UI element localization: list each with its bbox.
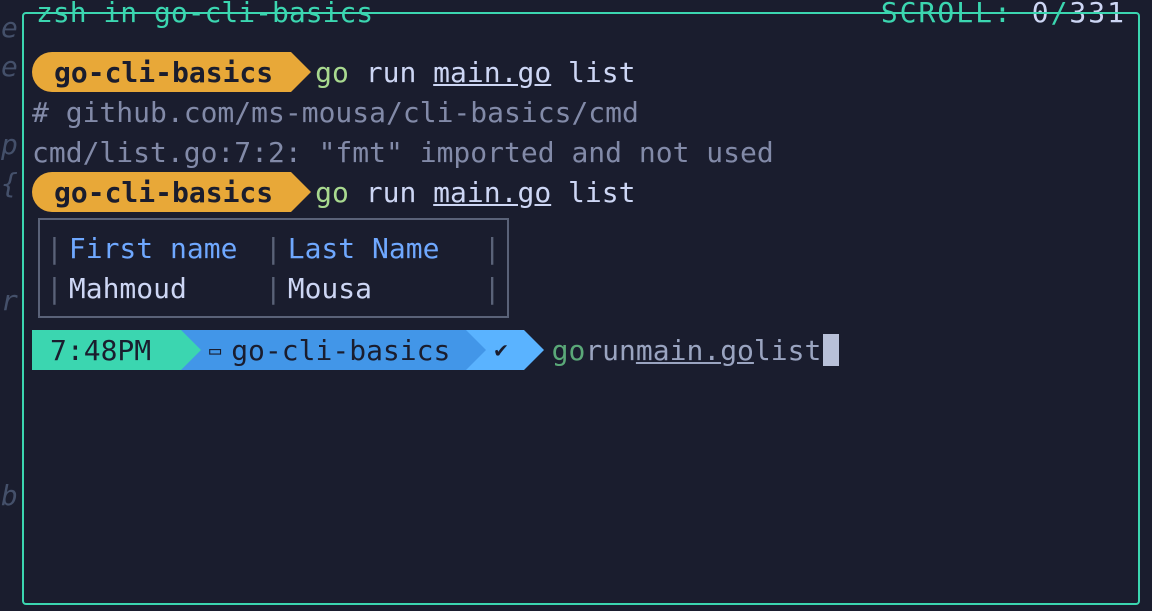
table-header-cell: First name <box>69 229 259 268</box>
powerline-prompt[interactable]: 7:48PM ▭ go-cli-basics ✔ go run main.go … <box>32 330 1130 370</box>
cwd-badge: go-cli-basics <box>32 172 291 212</box>
prompt-line-1: go-cli-basics go run main.go list <box>32 52 1130 92</box>
table-border: | <box>259 229 288 268</box>
folder-icon: ▭ <box>209 331 221 370</box>
terminal-pane[interactable]: go-cli-basics go run main.go list # gith… <box>22 12 1140 605</box>
clock-time: 7:48PM <box>50 331 151 370</box>
table-border: | <box>478 269 507 308</box>
table-border: | <box>40 269 69 308</box>
output-table: | First name | Last Name | | Mahmoud | M… <box>38 218 509 318</box>
table-border: | <box>478 229 507 268</box>
cursor-icon <box>823 334 839 366</box>
terminal-output[interactable]: go-cli-basics go run main.go list # gith… <box>24 14 1138 378</box>
prompt-line-2: go-cli-basics go run main.go list <box>32 172 1130 212</box>
compiler-package-line: # github.com/ms-mousa/cli-basics/cmd <box>32 92 1130 132</box>
editor-gutter: e e p { r b <box>0 0 22 611</box>
table-row: | Mahmoud | Mousa | <box>40 268 507 308</box>
table-header-cell: Last Name <box>288 229 478 268</box>
table-border: | <box>259 269 288 308</box>
directory-name: go-cli-basics <box>231 331 450 370</box>
time-segment: 7:48PM <box>32 330 181 370</box>
command-input[interactable]: go run main.go list <box>552 331 840 370</box>
compiler-error-line: cmd/list.go:7:2: "fmt" imported and not … <box>32 132 1130 172</box>
table-cell: Mahmoud <box>69 269 259 308</box>
table-border: | <box>40 229 69 268</box>
directory-segment: ▭ go-cli-basics <box>181 330 466 370</box>
check-icon: ✔ <box>494 331 507 370</box>
command-text: go run main.go list <box>315 173 635 212</box>
table-cell: Mousa <box>288 269 478 308</box>
cwd-badge: go-cli-basics <box>32 52 291 92</box>
command-text: go run main.go list <box>315 53 635 92</box>
table-header-row: | First name | Last Name | <box>40 228 507 268</box>
